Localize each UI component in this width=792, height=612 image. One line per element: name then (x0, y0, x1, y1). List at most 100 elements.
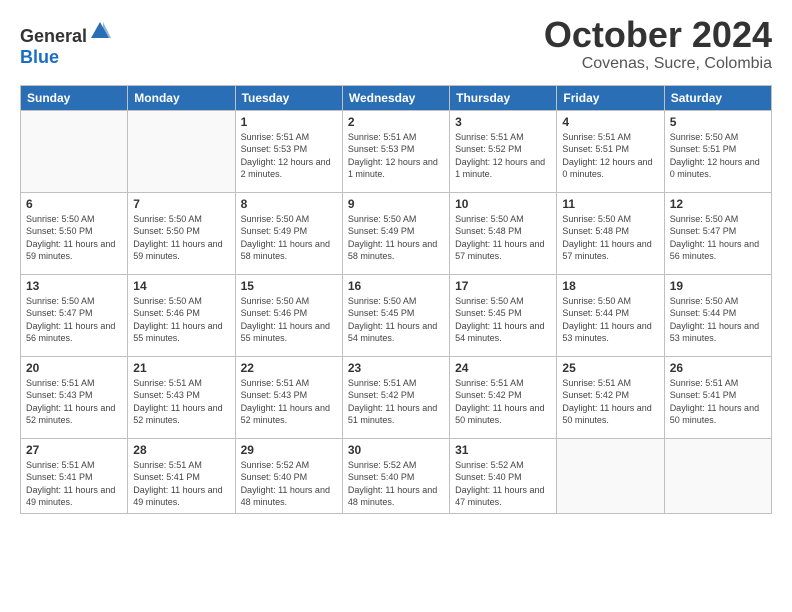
calendar-cell-day-15: 15 Sunrise: 5:50 AM Sunset: 5:46 PM Dayli… (235, 274, 342, 356)
calendar-cell-day-18: 18 Sunrise: 5:50 AM Sunset: 5:44 PM Dayli… (557, 274, 664, 356)
day-number: 3 (455, 115, 551, 129)
calendar-cell-day-12: 12 Sunrise: 5:50 AM Sunset: 5:47 PM Dayli… (664, 192, 771, 274)
cell-info: Sunrise: 5:52 AM Sunset: 5:40 PM Dayligh… (348, 459, 444, 509)
calendar-cell-day-14: 14Sunrise: 5:50 AM Sunset: 5:46 PM Dayli… (128, 274, 235, 356)
logo-general-text: General (20, 26, 87, 46)
day-number: 23 (348, 361, 444, 375)
calendar-cell-day-31: 31 Sunrise: 5:52 AM Sunset: 5:40 PM Dayli… (450, 438, 557, 513)
cell-info: Sunrise: 5:50 AM Sunset: 5:46 PM Dayligh… (241, 295, 337, 345)
day-number: 12 (670, 197, 766, 211)
calendar-cell-day-19: 19 Sunrise: 5:50 AM Sunset: 5:44 PM Dayli… (664, 274, 771, 356)
day-number: 15 (241, 279, 337, 293)
cell-info: Sunrise: 5:51 AM Sunset: 5:41 PM Dayligh… (670, 377, 766, 427)
day-number: 4 (562, 115, 658, 129)
day-number: 21 (133, 361, 229, 375)
calendar-cell-day-9: 9Sunrise: 5:50 AM Sunset: 5:49 PM Daylig… (342, 192, 449, 274)
cell-info: Sunrise: 5:52 AM Sunset: 5:40 PM Dayligh… (455, 459, 551, 509)
cell-info: Sunrise: 5:51 AM Sunset: 5:41 PM Dayligh… (26, 459, 122, 509)
cell-info: Sunrise: 5:50 AM Sunset: 5:44 PM Dayligh… (670, 295, 766, 345)
day-number: 22 (241, 361, 337, 375)
cell-info: Sunrise: 5:50 AM Sunset: 5:44 PM Dayligh… (562, 295, 658, 345)
cell-info: Sunrise: 5:51 AM Sunset: 5:53 PM Dayligh… (241, 131, 337, 181)
calendar-cell-day-1: 1 Sunrise: 5:51 AM Sunset: 5:53 PM Daylig… (235, 110, 342, 192)
cell-info: Sunrise: 5:50 AM Sunset: 5:46 PM Dayligh… (133, 295, 229, 345)
day-number: 20 (26, 361, 122, 375)
cell-info: Sunrise: 5:50 AM Sunset: 5:51 PM Dayligh… (670, 131, 766, 181)
calendar-week-1: 1 Sunrise: 5:51 AM Sunset: 5:53 PM Daylig… (21, 110, 772, 192)
calendar-cell-day-16: 16Sunrise: 5:50 AM Sunset: 5:45 PM Dayli… (342, 274, 449, 356)
cell-info: Sunrise: 5:50 AM Sunset: 5:48 PM Dayligh… (455, 213, 551, 263)
day-number: 11 (562, 197, 658, 211)
calendar-cell-day-22: 22 Sunrise: 5:51 AM Sunset: 5:43 PM Dayli… (235, 356, 342, 438)
main-title: October 2024 (544, 15, 772, 55)
calendar-cell-day-29: 29 Sunrise: 5:52 AM Sunset: 5:40 PM Dayli… (235, 438, 342, 513)
weekday-header-wednesday: Wednesday (342, 85, 449, 110)
cell-info: Sunrise: 5:51 AM Sunset: 5:53 PM Dayligh… (348, 131, 444, 181)
calendar-cell-day-21: 21Sunrise: 5:51 AM Sunset: 5:43 PM Dayli… (128, 356, 235, 438)
day-number: 28 (133, 443, 229, 457)
day-number: 29 (241, 443, 337, 457)
calendar-cell-day-27: 27 Sunrise: 5:51 AM Sunset: 5:41 PM Dayli… (21, 438, 128, 513)
subtitle: Covenas, Sucre, Colombia (544, 55, 772, 73)
day-number: 7 (133, 197, 229, 211)
calendar-cell-empty (128, 110, 235, 192)
calendar-cell-day-26: 26Sunrise: 5:51 AM Sunset: 5:41 PM Dayli… (664, 356, 771, 438)
day-number: 10 (455, 197, 551, 211)
cell-info: Sunrise: 5:51 AM Sunset: 5:52 PM Dayligh… (455, 131, 551, 181)
day-number: 1 (241, 115, 337, 129)
logo: General Blue (20, 20, 111, 68)
calendar-cell-day-11: 11 Sunrise: 5:50 AM Sunset: 5:48 PM Dayli… (557, 192, 664, 274)
calendar-cell-day-8: 8Sunrise: 5:50 AM Sunset: 5:49 PM Daylig… (235, 192, 342, 274)
weekday-header-tuesday: Tuesday (235, 85, 342, 110)
weekday-header-sunday: Sunday (21, 85, 128, 110)
weekday-header-friday: Friday (557, 85, 664, 110)
day-number: 5 (670, 115, 766, 129)
calendar-body: 1 Sunrise: 5:51 AM Sunset: 5:53 PM Daylig… (21, 110, 772, 513)
cell-info: Sunrise: 5:50 AM Sunset: 5:47 PM Dayligh… (670, 213, 766, 263)
calendar-cell-empty (557, 438, 664, 513)
calendar-cell-day-20: 20Sunrise: 5:51 AM Sunset: 5:43 PM Dayli… (21, 356, 128, 438)
cell-info: Sunrise: 5:52 AM Sunset: 5:40 PM Dayligh… (241, 459, 337, 509)
title-area: October 2024 Covenas, Sucre, Colombia (544, 15, 772, 73)
day-number: 18 (562, 279, 658, 293)
cell-info: Sunrise: 5:51 AM Sunset: 5:41 PM Dayligh… (133, 459, 229, 509)
cell-info: Sunrise: 5:50 AM Sunset: 5:49 PM Dayligh… (348, 213, 444, 263)
calendar-table: SundayMondayTuesdayWednesdayThursdayFrid… (20, 85, 772, 514)
day-number: 13 (26, 279, 122, 293)
cell-info: Sunrise: 5:50 AM Sunset: 5:47 PM Dayligh… (26, 295, 122, 345)
day-number: 25 (562, 361, 658, 375)
cell-info: Sunrise: 5:51 AM Sunset: 5:43 PM Dayligh… (241, 377, 337, 427)
day-number: 16 (348, 279, 444, 293)
day-number: 17 (455, 279, 551, 293)
calendar-cell-day-10: 10 Sunrise: 5:50 AM Sunset: 5:48 PM Dayli… (450, 192, 557, 274)
calendar-cell-day-17: 17Sunrise: 5:50 AM Sunset: 5:45 PM Dayli… (450, 274, 557, 356)
calendar-cell-day-23: 23 Sunrise: 5:51 AM Sunset: 5:42 PM Dayli… (342, 356, 449, 438)
day-number: 30 (348, 443, 444, 457)
calendar-cell-day-30: 30 Sunrise: 5:52 AM Sunset: 5:40 PM Dayli… (342, 438, 449, 513)
cell-info: Sunrise: 5:50 AM Sunset: 5:48 PM Dayligh… (562, 213, 658, 263)
calendar-cell-day-24: 24 Sunrise: 5:51 AM Sunset: 5:42 PM Dayli… (450, 356, 557, 438)
day-number: 31 (455, 443, 551, 457)
header: General Blue October 2024 Covenas, Sucre… (20, 15, 772, 73)
calendar-cell-day-4: 4Sunrise: 5:51 AM Sunset: 5:51 PM Daylig… (557, 110, 664, 192)
day-number: 19 (670, 279, 766, 293)
day-number: 27 (26, 443, 122, 457)
calendar-cell-day-3: 3 Sunrise: 5:51 AM Sunset: 5:52 PM Daylig… (450, 110, 557, 192)
day-number: 6 (26, 197, 122, 211)
calendar-cell-day-13: 13 Sunrise: 5:50 AM Sunset: 5:47 PM Dayli… (21, 274, 128, 356)
calendar-cell-day-28: 28 Sunrise: 5:51 AM Sunset: 5:41 PM Dayli… (128, 438, 235, 513)
cell-info: Sunrise: 5:50 AM Sunset: 5:49 PM Dayligh… (241, 213, 337, 263)
weekday-header-thursday: Thursday (450, 85, 557, 110)
weekday-header-monday: Monday (128, 85, 235, 110)
cell-info: Sunrise: 5:51 AM Sunset: 5:42 PM Dayligh… (348, 377, 444, 427)
day-number: 2 (348, 115, 444, 129)
weekday-header-saturday: Saturday (664, 85, 771, 110)
logo-blue-text: Blue (20, 47, 59, 67)
calendar-cell-empty (664, 438, 771, 513)
logo-icon (89, 20, 111, 42)
calendar-week-3: 13 Sunrise: 5:50 AM Sunset: 5:47 PM Dayli… (21, 274, 772, 356)
calendar-cell-day-2: 2 Sunrise: 5:51 AM Sunset: 5:53 PM Daylig… (342, 110, 449, 192)
day-number: 24 (455, 361, 551, 375)
calendar-week-4: 20 Sunrise: 5:51 AM Sunset: 5:43 PM Dayli… (21, 356, 772, 438)
cell-info: Sunrise: 5:51 AM Sunset: 5:42 PM Dayligh… (455, 377, 551, 427)
